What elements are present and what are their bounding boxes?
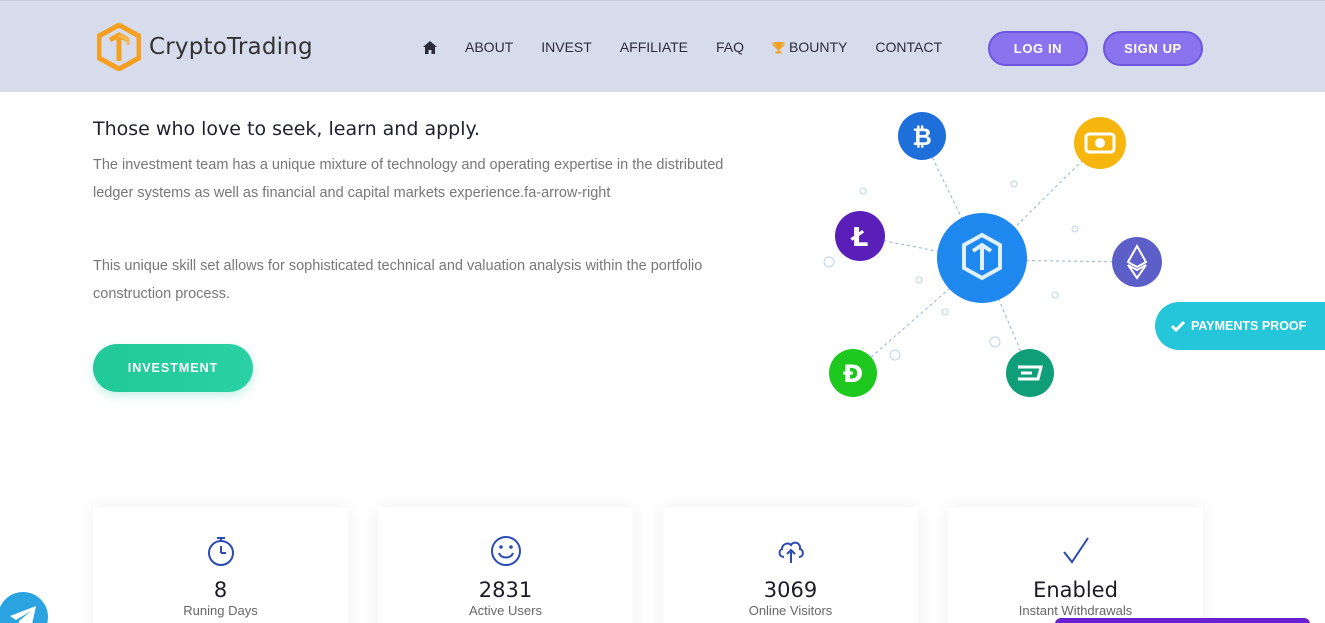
dogecoin-icon: Ɖ <box>829 349 877 397</box>
hero-headline: Those who love to seek, learn and apply. <box>93 118 481 140</box>
site-header: CryptoTrading ABOUT INVEST AFFILIATE FAQ… <box>0 0 1325 92</box>
hero-paragraph-1: The investment team has a unique mixture… <box>93 157 724 201</box>
nav-faq[interactable]: FAQ <box>716 39 744 55</box>
cloud-upload-icon <box>778 541 804 563</box>
checkmark-icon <box>1063 537 1089 564</box>
brand-logo[interactable]: CryptoTrading <box>97 23 313 71</box>
stat-value: 3069 <box>763 578 818 602</box>
telegram-button[interactable] <box>0 592 48 623</box>
crypto-network-graphic: ₿ Ł Ɖ <box>823 112 1162 397</box>
stat-value: 8 <box>213 578 228 602</box>
investment-button[interactable]: INVESTMENT <box>93 344 253 392</box>
center-logo <box>937 213 1027 303</box>
stat-label: Runing Days <box>183 603 258 618</box>
stat-label: Online Visitors <box>748 603 833 618</box>
login-button[interactable]: LOG IN <box>988 31 1088 66</box>
bitcoin-cash-icon <box>1074 117 1126 169</box>
cryptotrading-logo-icon <box>97 23 141 71</box>
svg-text:Ł: Ł <box>850 223 869 253</box>
home-icon <box>423 40 437 54</box>
nav-invest[interactable]: INVEST <box>541 39 592 55</box>
check-icon <box>1171 320 1185 332</box>
stat-label: Instant Withdrawals <box>1018 603 1133 618</box>
nav-home[interactable] <box>423 40 437 54</box>
stat-value: 2831 <box>478 578 533 602</box>
chat-widget-tab[interactable] <box>1055 618 1310 623</box>
hero-paragraph-2: This unique skill set allows for sophist… <box>93 258 703 302</box>
svg-text:₿: ₿ <box>912 123 932 151</box>
svg-text:Ɖ: Ɖ <box>843 360 863 388</box>
smile-icon <box>491 536 521 566</box>
brand-name: CryptoTrading <box>149 34 313 60</box>
stat-label: Active Users <box>469 603 542 618</box>
dash-icon <box>1006 349 1054 397</box>
telegram-icon <box>10 606 36 623</box>
stat-value: Enabled <box>1033 578 1118 602</box>
nav-bounty-label: BOUNTY <box>789 39 848 55</box>
stat-card-instant-withdrawals: Enabled Instant Withdrawals <box>948 507 1203 623</box>
nav-affiliate[interactable]: AFFILIATE <box>620 39 688 55</box>
payments-proof-button[interactable]: PAYMENTS PROOF <box>1155 302 1325 350</box>
nav-bounty[interactable]: BOUNTY <box>772 39 847 55</box>
litecoin-icon: Ł <box>835 211 885 261</box>
payments-proof-label: PAYMENTS PROOF <box>1191 319 1307 333</box>
stopwatch-icon <box>208 537 234 566</box>
ethereum-icon <box>1112 237 1162 287</box>
main-nav: ABOUT INVEST AFFILIATE FAQ BOUNTY CONTAC… <box>423 39 970 55</box>
stat-card-online-visitors: 3069 Online Visitors <box>663 507 918 623</box>
trophy-icon <box>772 41 785 53</box>
nav-about[interactable]: ABOUT <box>465 39 513 55</box>
stat-card-running-days: 8 Runing Days <box>93 507 348 623</box>
nav-contact[interactable]: CONTACT <box>875 39 942 55</box>
stat-card-active-users: 2831 Active Users <box>378 507 633 623</box>
bitcoin-icon: ₿ <box>898 112 946 160</box>
signup-button[interactable]: SIGN UP <box>1103 31 1203 66</box>
